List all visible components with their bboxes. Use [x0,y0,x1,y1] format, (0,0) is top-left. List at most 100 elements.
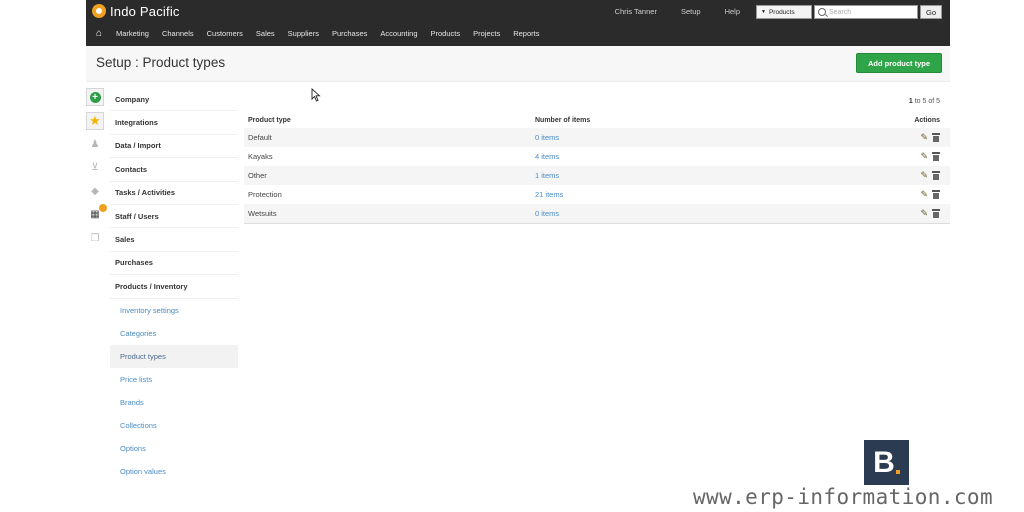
row-actions: ✎ [920,132,940,143]
nav-item-customers[interactable]: Customers [207,29,243,38]
user-links: Chris Tanner Setup Help [615,7,740,16]
product-type-name: Default [248,133,272,142]
search-bar: ▼ Products Search Go [756,5,942,19]
search-go-button[interactable]: Go [920,5,942,19]
notification-badge [99,203,107,212]
trash-icon[interactable] [932,190,940,199]
rail-cart-button[interactable]: ⊻ [86,159,104,177]
nav-item-projects[interactable]: Projects [473,29,500,38]
pencil-icon[interactable]: ✎ [920,151,928,162]
nav-item-reports[interactable]: Reports [513,29,539,38]
trash-icon[interactable] [932,133,940,142]
table-row: Wetsuits 0 items ✎ [244,204,950,223]
header-product-type[interactable]: Product type [248,117,291,124]
pencil-icon[interactable]: ✎ [920,132,928,143]
pencil-icon[interactable]: ✎ [920,189,928,200]
items-count-link[interactable]: 0 items [535,133,559,142]
top-navbar: Indo Pacific Chris Tanner Setup Help ▼ P… [86,0,950,46]
rail-tag-button[interactable]: ◆ [86,182,104,200]
add-product-type-button[interactable]: Add product type [856,53,942,73]
quick-add-button[interactable]: + [86,88,104,106]
trash-icon[interactable] [932,171,940,180]
users-icon: ♟ [90,138,100,150]
cart-icon: ⊻ [91,162,99,173]
items-count-link[interactable]: 1 items [535,171,559,180]
tag-icon: ◆ [91,185,99,197]
nav-item-channels[interactable]: Channels [162,29,194,38]
nav-item-purchases[interactable]: Purchases [332,29,367,38]
rail-chart-button[interactable]: ▦ [86,203,107,224]
watermark-logo: B [864,440,909,485]
watermark-logo-letter: B [873,445,895,479]
submenu-item-option-values[interactable]: Option values [110,460,238,483]
menu-item-sales[interactable]: Sales [110,228,238,252]
items-count-link[interactable]: 0 items [535,209,559,218]
nav-item-suppliers[interactable]: Suppliers [288,29,319,38]
star-icon: ★ [89,113,101,128]
table-header: Product type Number of items Actions [244,113,944,127]
menu-item-contacts[interactable]: Contacts [110,158,238,182]
watermark-logo-dot [895,470,900,474]
setup-link[interactable]: Setup [681,7,701,16]
table-row: Other 1 items ✎ [244,166,950,185]
rail-documents-button[interactable]: ❐ [86,229,104,247]
menu-item-tasks-activities[interactable]: Tasks / Activities [110,182,238,205]
table-body: Default 0 items ✎ Kayaks 4 items ✎ Other 1 item… [244,128,950,224]
menu-item-products-inventory[interactable]: Products / Inventory [110,275,238,299]
menu-item-data-import[interactable]: Data / Import [110,135,238,159]
row-actions: ✎ [920,208,940,219]
product-type-name: Wetsuits [248,209,277,218]
nav-item-accounting[interactable]: Accounting [380,29,417,38]
menu-item-company[interactable]: Company [110,88,238,112]
pencil-icon[interactable]: ✎ [920,170,928,181]
menu-item-integrations[interactable]: Integrations [110,111,238,135]
row-actions: ✎ [920,170,940,181]
pencil-icon[interactable]: ✎ [920,208,928,219]
rail-users-button[interactable]: ♟ [86,135,104,153]
brand-logo-icon [92,4,106,18]
pagination-info: 1 to 5 of 5 [909,98,940,105]
home-icon[interactable]: ⌂ [86,24,112,42]
row-actions: ✎ [920,151,940,162]
submenu-item-brands[interactable]: Brands [110,391,238,414]
table-row: Default 0 items ✎ [244,128,950,147]
search-icon [818,8,826,16]
submenu-item-collections[interactable]: Collections [110,414,238,437]
help-link[interactable]: Help [725,7,740,16]
product-type-name: Protection [248,190,282,199]
search-scope-select[interactable]: ▼ Products [756,5,812,19]
setup-menu: Company Integrations Data / Import Contacts… [110,88,238,483]
nav-item-sales[interactable]: Sales [256,29,275,38]
favorites-button[interactable]: ★ [86,111,104,130]
table-row: Protection 21 items ✎ [244,185,950,204]
page-title: Setup : Product types [96,55,226,70]
trash-icon[interactable] [932,209,940,218]
caret-down-icon: ▼ [761,9,766,15]
nav-item-products[interactable]: Products [431,29,461,38]
product-type-name: Other [248,171,267,180]
plus-circle-icon: + [89,91,101,103]
search-input[interactable]: Search [814,5,918,19]
search-scope-value: Products [768,8,795,16]
documents-icon: ❐ [90,232,100,244]
items-count-link[interactable]: 21 items [535,190,563,199]
search-placeholder: Search [829,8,852,16]
header-number-of-items[interactable]: Number of items [535,117,590,124]
menu-item-staff-users[interactable]: Staff / Users [110,205,238,229]
nav-item-marketing[interactable]: Marketing [116,29,149,38]
table-row: Kayaks 4 items ✎ [244,147,950,166]
brand[interactable]: Indo Pacific [92,2,180,20]
submenu-item-categories[interactable]: Categories [110,322,238,345]
product-type-name: Kayaks [248,152,273,161]
items-count-link[interactable]: 4 items [535,152,559,161]
menu-item-purchases[interactable]: Purchases [110,252,238,276]
mouse-cursor-icon [311,88,321,102]
user-name-link[interactable]: Chris Tanner [615,7,657,16]
header-actions: Actions [914,116,940,124]
submenu-item-price-lists[interactable]: Price lists [110,368,238,391]
submenu-item-inventory-settings[interactable]: Inventory settings [110,299,238,322]
main-nav: ⌂ Marketing Channels Customers Sales Supplie… [86,24,552,42]
trash-icon[interactable] [932,152,940,161]
submenu-item-product-types[interactable]: Product types [110,344,238,368]
submenu-item-options[interactable]: Options [110,437,238,460]
